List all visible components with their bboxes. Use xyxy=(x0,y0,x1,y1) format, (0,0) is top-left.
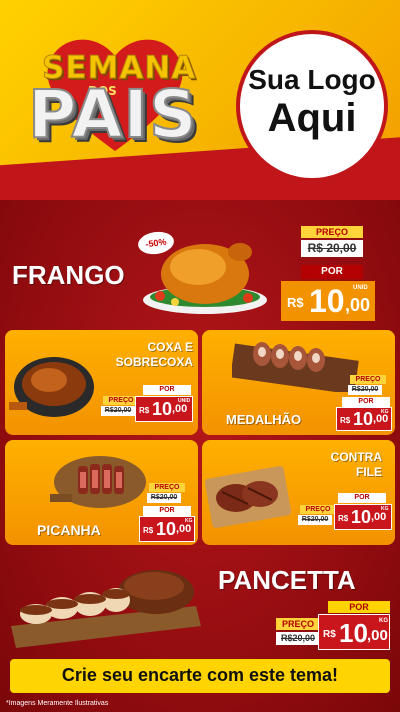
disclaimer: *Imagens Meramente Ilustrativas xyxy=(6,700,109,707)
product-card-picanha: PREÇO R$20,00 POR PICANHA R$ 10 ,00 KG xyxy=(5,440,198,545)
price-box: R$ 10 ,00 KG xyxy=(139,516,195,542)
campaign-word-pais: PAIS xyxy=(27,75,198,154)
featured-price-box: R$ 10 ,00 UNID xyxy=(281,281,375,321)
contra-file-steak-image xyxy=(204,466,292,528)
por-label: POR xyxy=(342,397,390,407)
old-price: R$20,00 xyxy=(101,406,135,416)
preco-label: PREÇO xyxy=(350,375,386,384)
price-integer: 10 xyxy=(309,283,345,319)
price-decimal: ,00 xyxy=(345,295,371,315)
price-decimal: ,00 xyxy=(371,511,387,523)
logo-line2: Aqui xyxy=(267,96,357,140)
logo-line1: Sua Logo xyxy=(248,64,376,95)
medallion-skewers-image xyxy=(232,342,359,392)
price-integer: 10 xyxy=(353,409,374,429)
price-box: R$ 10 ,00 KG xyxy=(334,504,392,530)
price-integer: 10 xyxy=(156,519,177,539)
preco-label: PREÇO xyxy=(301,226,363,238)
currency: R$ xyxy=(139,406,150,415)
por-label: POR xyxy=(338,493,386,503)
preco-label: PREÇO xyxy=(300,505,336,514)
old-price: R$20,00 xyxy=(147,493,181,503)
chicken-thigh-image xyxy=(9,357,94,417)
product-name-frango: FRANGO xyxy=(12,260,125,290)
preco-label: PREÇO xyxy=(149,483,185,492)
price-unit: KG xyxy=(381,506,389,512)
product-name-line2: FILE xyxy=(356,465,382,479)
price-decimal: ,00 xyxy=(176,523,192,535)
price-integer: 10 xyxy=(152,399,173,419)
price-unit: KG xyxy=(379,618,388,624)
old-price: R$20,00 xyxy=(276,632,320,645)
currency: R$ xyxy=(143,526,154,535)
price-decimal: ,00 xyxy=(367,627,388,644)
product-name-line2: SOBRECOXA xyxy=(115,355,193,369)
por-label: POR xyxy=(143,385,191,395)
price-decimal: ,00 xyxy=(172,403,188,415)
cta-text: Crie seu encarte com este tema! xyxy=(61,665,339,685)
price-unit: UNID xyxy=(178,398,191,404)
por-label: POR xyxy=(328,601,390,613)
price-box: R$ 10 ,00 UNID xyxy=(135,396,193,422)
product-card-medalhao: PREÇO R$20,00 POR MEDALHÃO R$ 10 ,00 KG xyxy=(202,330,395,435)
product-name: PICANHA xyxy=(37,522,101,538)
product-card-coxa: COXA E SOBRECOXA POR PREÇO R$20,00 R$ 10… xyxy=(5,330,198,435)
price-unit: KG xyxy=(381,409,389,415)
cta-banner: Crie seu encarte com este tema! xyxy=(10,659,390,693)
price-integer: 10 xyxy=(351,507,372,527)
price-integer: 10 xyxy=(339,618,368,648)
product-name-line1: COXA E xyxy=(147,340,193,354)
product-name-pancetta: PANCETTA xyxy=(218,565,356,595)
old-price: R$ 20,00 xyxy=(301,240,363,257)
currency: R$ xyxy=(287,295,304,310)
por-label: POR xyxy=(301,265,363,279)
por-label: POR xyxy=(143,506,191,516)
bottom-price-box: R$ 10 ,00 KG xyxy=(318,614,390,650)
price-unit: UNID xyxy=(353,285,368,291)
price-unit: KG xyxy=(185,518,193,524)
preco-label: PREÇO xyxy=(276,618,320,630)
old-price: R$20,00 xyxy=(298,515,332,525)
picanha-steak-image xyxy=(50,456,146,508)
logo-placeholder: Sua Logo Aqui xyxy=(236,30,388,182)
product-name-line1: CONTRA xyxy=(330,450,382,464)
currency: R$ xyxy=(340,416,351,425)
price-box: R$ 10 ,00 KG xyxy=(336,407,392,431)
product-name: MEDALHÃO xyxy=(226,412,302,427)
old-price: R$20,00 xyxy=(348,385,382,395)
pancetta-image xyxy=(11,570,201,648)
currency: R$ xyxy=(323,629,336,640)
product-card-contra-file: CONTRA FILE POR PREÇO R$20,00 R$ 10 ,00 … xyxy=(202,440,395,545)
preco-label: PREÇO xyxy=(103,396,139,405)
currency: R$ xyxy=(338,514,349,523)
